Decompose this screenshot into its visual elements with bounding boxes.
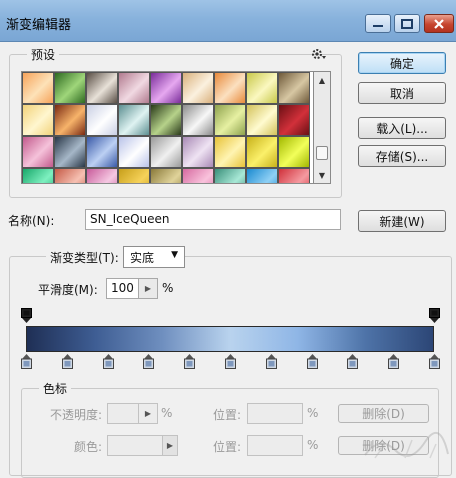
preset-swatch[interactable] [150, 72, 182, 104]
preset-swatch[interactable] [86, 136, 118, 168]
preset-swatch[interactable] [278, 72, 310, 104]
presets-scrollbar[interactable]: ▲ ▼ [314, 71, 331, 184]
opacity-input[interactable] [107, 403, 139, 424]
preset-swatch[interactable] [150, 136, 182, 168]
preset-swatch[interactable] [182, 72, 214, 104]
preset-swatch[interactable] [246, 168, 278, 183]
color-stop-icon[interactable] [265, 353, 277, 369]
preset-swatch[interactable] [278, 104, 310, 136]
preset-swatch[interactable] [86, 104, 118, 136]
preset-swatch[interactable] [54, 168, 86, 183]
preset-swatch[interactable] [118, 104, 150, 136]
save-button[interactable]: 存储(S)... [358, 145, 446, 167]
preset-swatch[interactable] [86, 72, 118, 104]
color-position-unit: % [307, 438, 319, 452]
color-swatch-field[interactable] [107, 435, 163, 456]
color-stop-icon[interactable] [102, 353, 114, 369]
minimize-icon [373, 24, 383, 27]
preset-swatch[interactable] [278, 168, 310, 183]
close-button[interactable] [424, 14, 454, 33]
smoothness-unit: % [162, 281, 174, 295]
chevron-down-icon: ▼ [171, 250, 178, 260]
preset-swatch[interactable] [22, 136, 54, 168]
preset-swatch[interactable] [182, 136, 214, 168]
scroll-up-icon[interactable]: ▲ [314, 72, 330, 88]
gear-icon[interactable] [310, 47, 326, 61]
color-stop-icon[interactable] [306, 353, 318, 369]
scroll-thumb[interactable] [316, 146, 328, 160]
watermark-graphic [364, 431, 449, 459]
smoothness-label: 平滑度(M): [38, 283, 98, 297]
presets-label: 预设 [27, 46, 60, 63]
color-stop-icon[interactable] [143, 353, 155, 369]
name-label: 名称(N): [8, 214, 55, 228]
preset-swatch[interactable] [246, 136, 278, 168]
scroll-down-icon[interactable]: ▼ [314, 167, 330, 183]
color-stops-label: 色标 [39, 380, 72, 397]
opacity-label: 不透明度: [50, 408, 103, 422]
preset-swatch[interactable] [118, 136, 150, 168]
color-label: 颜色: [74, 440, 103, 454]
cancel-button[interactable]: 取消 [358, 82, 446, 104]
gradient-type-label: 渐变类型(T): [46, 249, 123, 266]
color-stop-icon[interactable] [184, 353, 196, 369]
opacity-stop-icon[interactable] [21, 308, 32, 324]
smoothness-stepper[interactable]: ▶ [138, 278, 158, 299]
opacity-position-input[interactable] [247, 403, 303, 424]
preset-swatch[interactable] [182, 168, 214, 183]
color-position-label: 位置: [213, 440, 242, 454]
preset-swatch[interactable] [118, 72, 150, 104]
preset-swatch[interactable] [86, 168, 118, 183]
color-stop-icon[interactable] [21, 353, 32, 369]
preset-swatch-grid [21, 71, 314, 184]
preset-swatch[interactable] [118, 168, 150, 183]
new-button[interactable]: 新建(W) [358, 210, 446, 232]
color-stop-icon[interactable] [429, 353, 440, 369]
preset-swatch[interactable] [150, 104, 182, 136]
gradient-type-select[interactable]: 实底 ▼ [123, 246, 185, 268]
preset-swatch[interactable] [214, 104, 246, 136]
preset-swatch[interactable] [278, 136, 310, 168]
preset-swatch[interactable] [22, 168, 54, 183]
close-icon [434, 18, 444, 29]
preset-swatch[interactable] [214, 72, 246, 104]
name-input[interactable]: SN_IceQueen [85, 209, 341, 230]
preset-swatch[interactable] [246, 72, 278, 104]
preset-swatch[interactable] [54, 72, 86, 104]
color-stop-icon[interactable] [225, 353, 236, 369]
opacity-unit: % [161, 406, 173, 420]
opacity-stop-icon[interactable] [429, 308, 440, 324]
maximize-button[interactable] [394, 14, 420, 33]
color-stop-icon[interactable] [61, 353, 73, 369]
preset-swatch[interactable] [22, 104, 54, 136]
smoothness-input[interactable]: 100 [106, 278, 140, 299]
preset-swatch[interactable] [54, 104, 86, 136]
preset-swatch[interactable] [182, 104, 214, 136]
gradient-preview-bar[interactable] [26, 326, 434, 352]
preset-swatch[interactable] [22, 72, 54, 104]
opacity-position-unit: % [307, 406, 319, 420]
color-stop-icon[interactable] [388, 353, 400, 369]
color-stop-icon[interactable] [347, 353, 359, 369]
preset-swatch[interactable] [246, 104, 278, 136]
gradient-type-value: 实底 [130, 251, 155, 265]
preset-swatch[interactable] [54, 136, 86, 168]
preset-swatch[interactable] [150, 168, 182, 183]
color-arrow-icon[interactable]: ▶ [162, 435, 178, 456]
preset-swatch[interactable] [214, 168, 246, 183]
load-button[interactable]: 载入(L)... [358, 117, 446, 139]
preset-swatch[interactable] [214, 136, 246, 168]
opacity-position-label: 位置: [213, 408, 242, 422]
title-bar: 渐变编辑器 [0, 0, 456, 42]
maximize-icon [401, 18, 413, 29]
opacity-stepper[interactable]: ▶ [138, 403, 158, 424]
color-position-input[interactable] [247, 435, 303, 456]
ok-button[interactable]: 确定 [358, 52, 446, 74]
minimize-button[interactable] [365, 14, 391, 33]
delete-opacity-stop-button[interactable]: 删除(D) [338, 404, 429, 423]
window-title: 渐变编辑器 [6, 18, 72, 33]
